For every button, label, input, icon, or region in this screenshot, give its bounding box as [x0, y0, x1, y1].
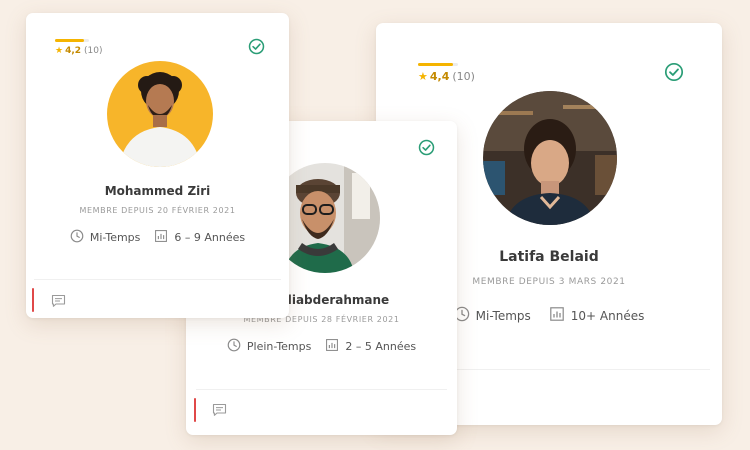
message-icon[interactable] [51, 293, 66, 312]
chart-icon [549, 306, 571, 325]
experience: 2 – 5 Années [325, 338, 416, 355]
star-icon: ★ [55, 46, 64, 56]
profile-card-mohammed[interactable]: ★ 4,2 (10) Mohammed Ziri MEMBRE DEPUIS 2… [26, 13, 289, 318]
rating-value: 4,2 [65, 46, 82, 56]
rating: ★ 4,4 (10) [418, 63, 475, 83]
clock-icon [227, 338, 247, 355]
experience-label: 6 – 9 Années [174, 231, 246, 244]
schedule-label: Mi-Temps [89, 231, 141, 244]
rating-bar-fill [55, 39, 84, 42]
experience-label: 10+ Années [570, 308, 645, 323]
schedule: Mi-Temps [70, 229, 141, 246]
schedule: Plein-Temps [227, 338, 312, 355]
accent-bar [194, 398, 196, 422]
chart-icon [154, 229, 174, 246]
rating-count: (10) [452, 70, 475, 83]
verified-check-icon [664, 62, 684, 86]
clock-icon [70, 229, 90, 246]
experience-label: 2 – 5 Années [345, 340, 417, 353]
profile-meta: Plein-Temps 2 – 5 Années [186, 338, 457, 355]
message-icon[interactable] [212, 402, 227, 421]
schedule: Mi-Temps [454, 306, 531, 325]
divider [34, 279, 281, 280]
rating-bar [418, 63, 458, 66]
avatar [107, 61, 213, 167]
profile-meta: Mi-Temps 6 – 9 Années [26, 229, 289, 246]
verified-check-icon [248, 38, 265, 59]
rating-count: (10) [84, 46, 103, 56]
rating-value: 4,4 [429, 70, 450, 83]
verified-check-icon [418, 139, 435, 160]
member-since: MEMBRE DEPUIS 20 FÉVRIER 2021 [79, 206, 236, 215]
chart-icon [325, 338, 345, 355]
schedule-label: Mi-Temps [475, 308, 531, 323]
divider [196, 389, 447, 390]
profile-name: Mohammed Ziri [104, 184, 211, 198]
rating-bar-fill [418, 63, 454, 66]
rating-bar [55, 39, 89, 42]
star-icon: ★ [418, 70, 428, 83]
accent-bar [32, 288, 34, 312]
experience: 6 – 9 Années [154, 229, 245, 246]
schedule-label: Plein-Temps [246, 340, 312, 353]
rating: ★ 4,2 (10) [55, 39, 103, 56]
avatar [483, 91, 617, 225]
experience: 10+ Années [549, 306, 645, 325]
